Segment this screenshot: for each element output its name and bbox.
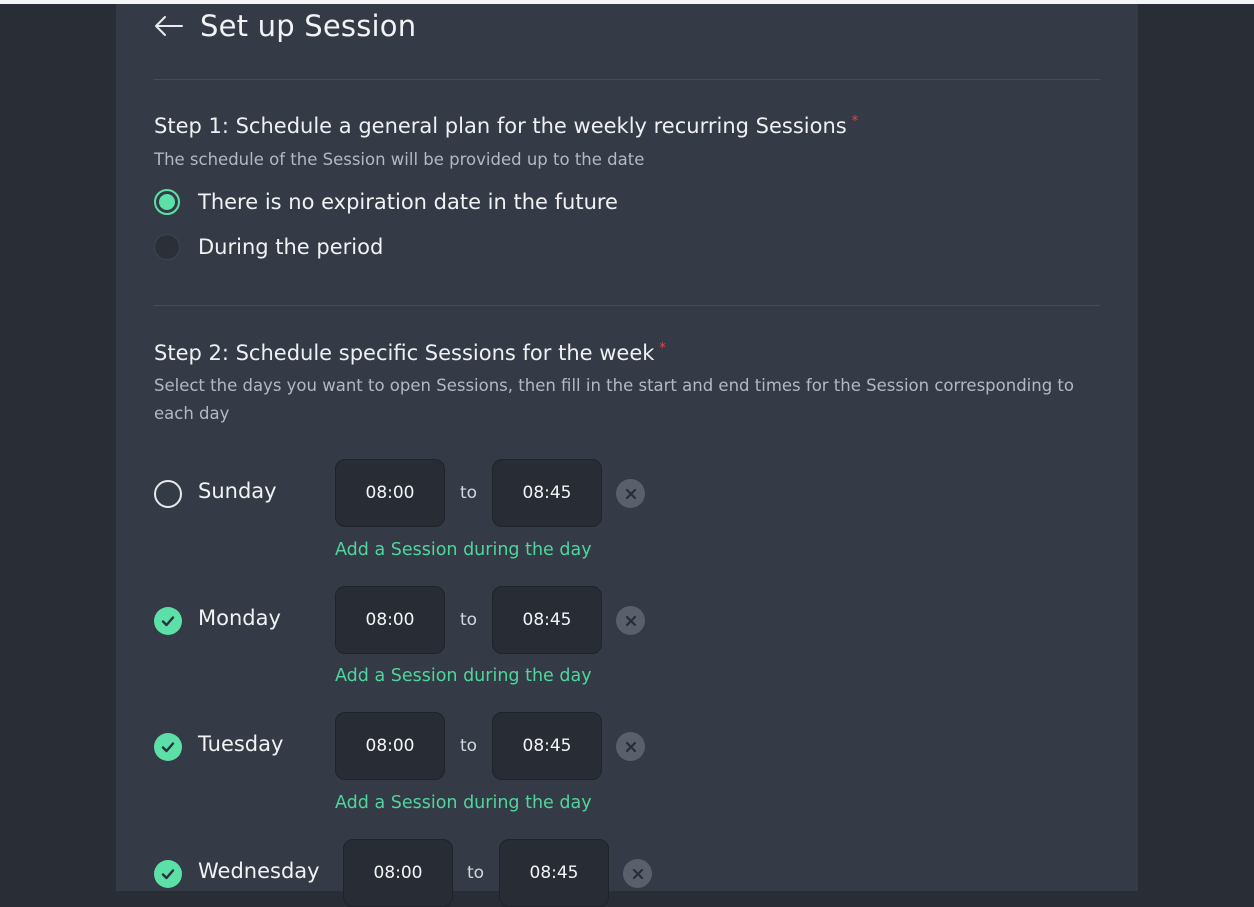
divider (154, 79, 1100, 80)
end-time-input[interactable]: 08:45 (492, 712, 602, 780)
to-label: to (460, 610, 478, 630)
arrow-left-icon[interactable] (154, 11, 184, 41)
day-row-monday: Monday 08:00 to 08:45 (154, 586, 754, 654)
radio-selected-icon[interactable] (154, 189, 180, 215)
to-label: to (460, 736, 478, 756)
divider (154, 305, 1100, 306)
end-time-input[interactable]: 08:45 (492, 586, 602, 654)
start-time-input[interactable]: 08:00 (335, 712, 445, 780)
radio-label: There is no expiration date in the futur… (198, 190, 618, 214)
page-title: Set up Session (200, 9, 417, 43)
required-mark: * (851, 114, 859, 129)
page-header: Set up Session (154, 4, 416, 48)
day-checkbox-unchecked-icon[interactable] (154, 480, 182, 508)
start-time-input[interactable]: 08:00 (343, 839, 453, 907)
end-time-input[interactable]: 08:45 (492, 459, 602, 527)
day-row-wednesday: Wednesday 08:00 to 08:45 (154, 839, 754, 907)
radio-during-period[interactable]: During the period (154, 234, 383, 260)
radio-no-expiration[interactable]: There is no expiration date in the futur… (154, 189, 618, 215)
day-row-sunday: Sunday 08:00 to 08:45 (154, 459, 754, 527)
end-time-input[interactable]: 08:45 (499, 839, 609, 907)
day-name: Monday (198, 606, 281, 630)
radio-unselected-icon[interactable] (154, 234, 180, 260)
day-checkbox-checked-icon[interactable] (154, 733, 182, 761)
add-session-link[interactable]: Add a Session during the day (335, 793, 592, 813)
to-label: to (467, 863, 485, 883)
step1-title: Step 1: Schedule a general plan for the … (154, 114, 858, 138)
step2-title-text: Step 2: Schedule specific Sessions for t… (154, 341, 655, 365)
day-checkbox-checked-icon[interactable] (154, 860, 182, 888)
remove-session-icon[interactable] (616, 479, 645, 508)
radio-label: During the period (198, 235, 384, 259)
step1-title-text: Step 1: Schedule a general plan for the … (154, 114, 847, 138)
add-session-link[interactable]: Add a Session during the day (335, 666, 592, 686)
remove-session-icon[interactable] (623, 859, 652, 888)
day-name: Wednesday (198, 859, 320, 883)
day-name: Sunday (198, 479, 277, 503)
remove-session-icon[interactable] (616, 732, 645, 761)
day-row-tuesday: Tuesday 08:00 to 08:45 (154, 712, 754, 780)
step2-description: Select the days you want to open Session… (154, 376, 1074, 423)
setup-session-panel: Set up Session Step 1: Schedule a genera… (116, 4, 1138, 907)
start-time-input[interactable]: 08:00 (335, 459, 445, 527)
day-name: Tuesday (198, 732, 284, 756)
day-checkbox-checked-icon[interactable] (154, 607, 182, 635)
add-session-link[interactable]: Add a Session during the day (335, 540, 592, 560)
required-mark: * (659, 341, 666, 356)
start-time-input[interactable]: 08:00 (335, 586, 445, 654)
to-label: to (460, 483, 478, 503)
step2-title: Step 2: Schedule specific Sessions for t… (154, 341, 666, 365)
step1-description: The schedule of the Session will be prov… (154, 150, 645, 169)
remove-session-icon[interactable] (616, 606, 645, 635)
